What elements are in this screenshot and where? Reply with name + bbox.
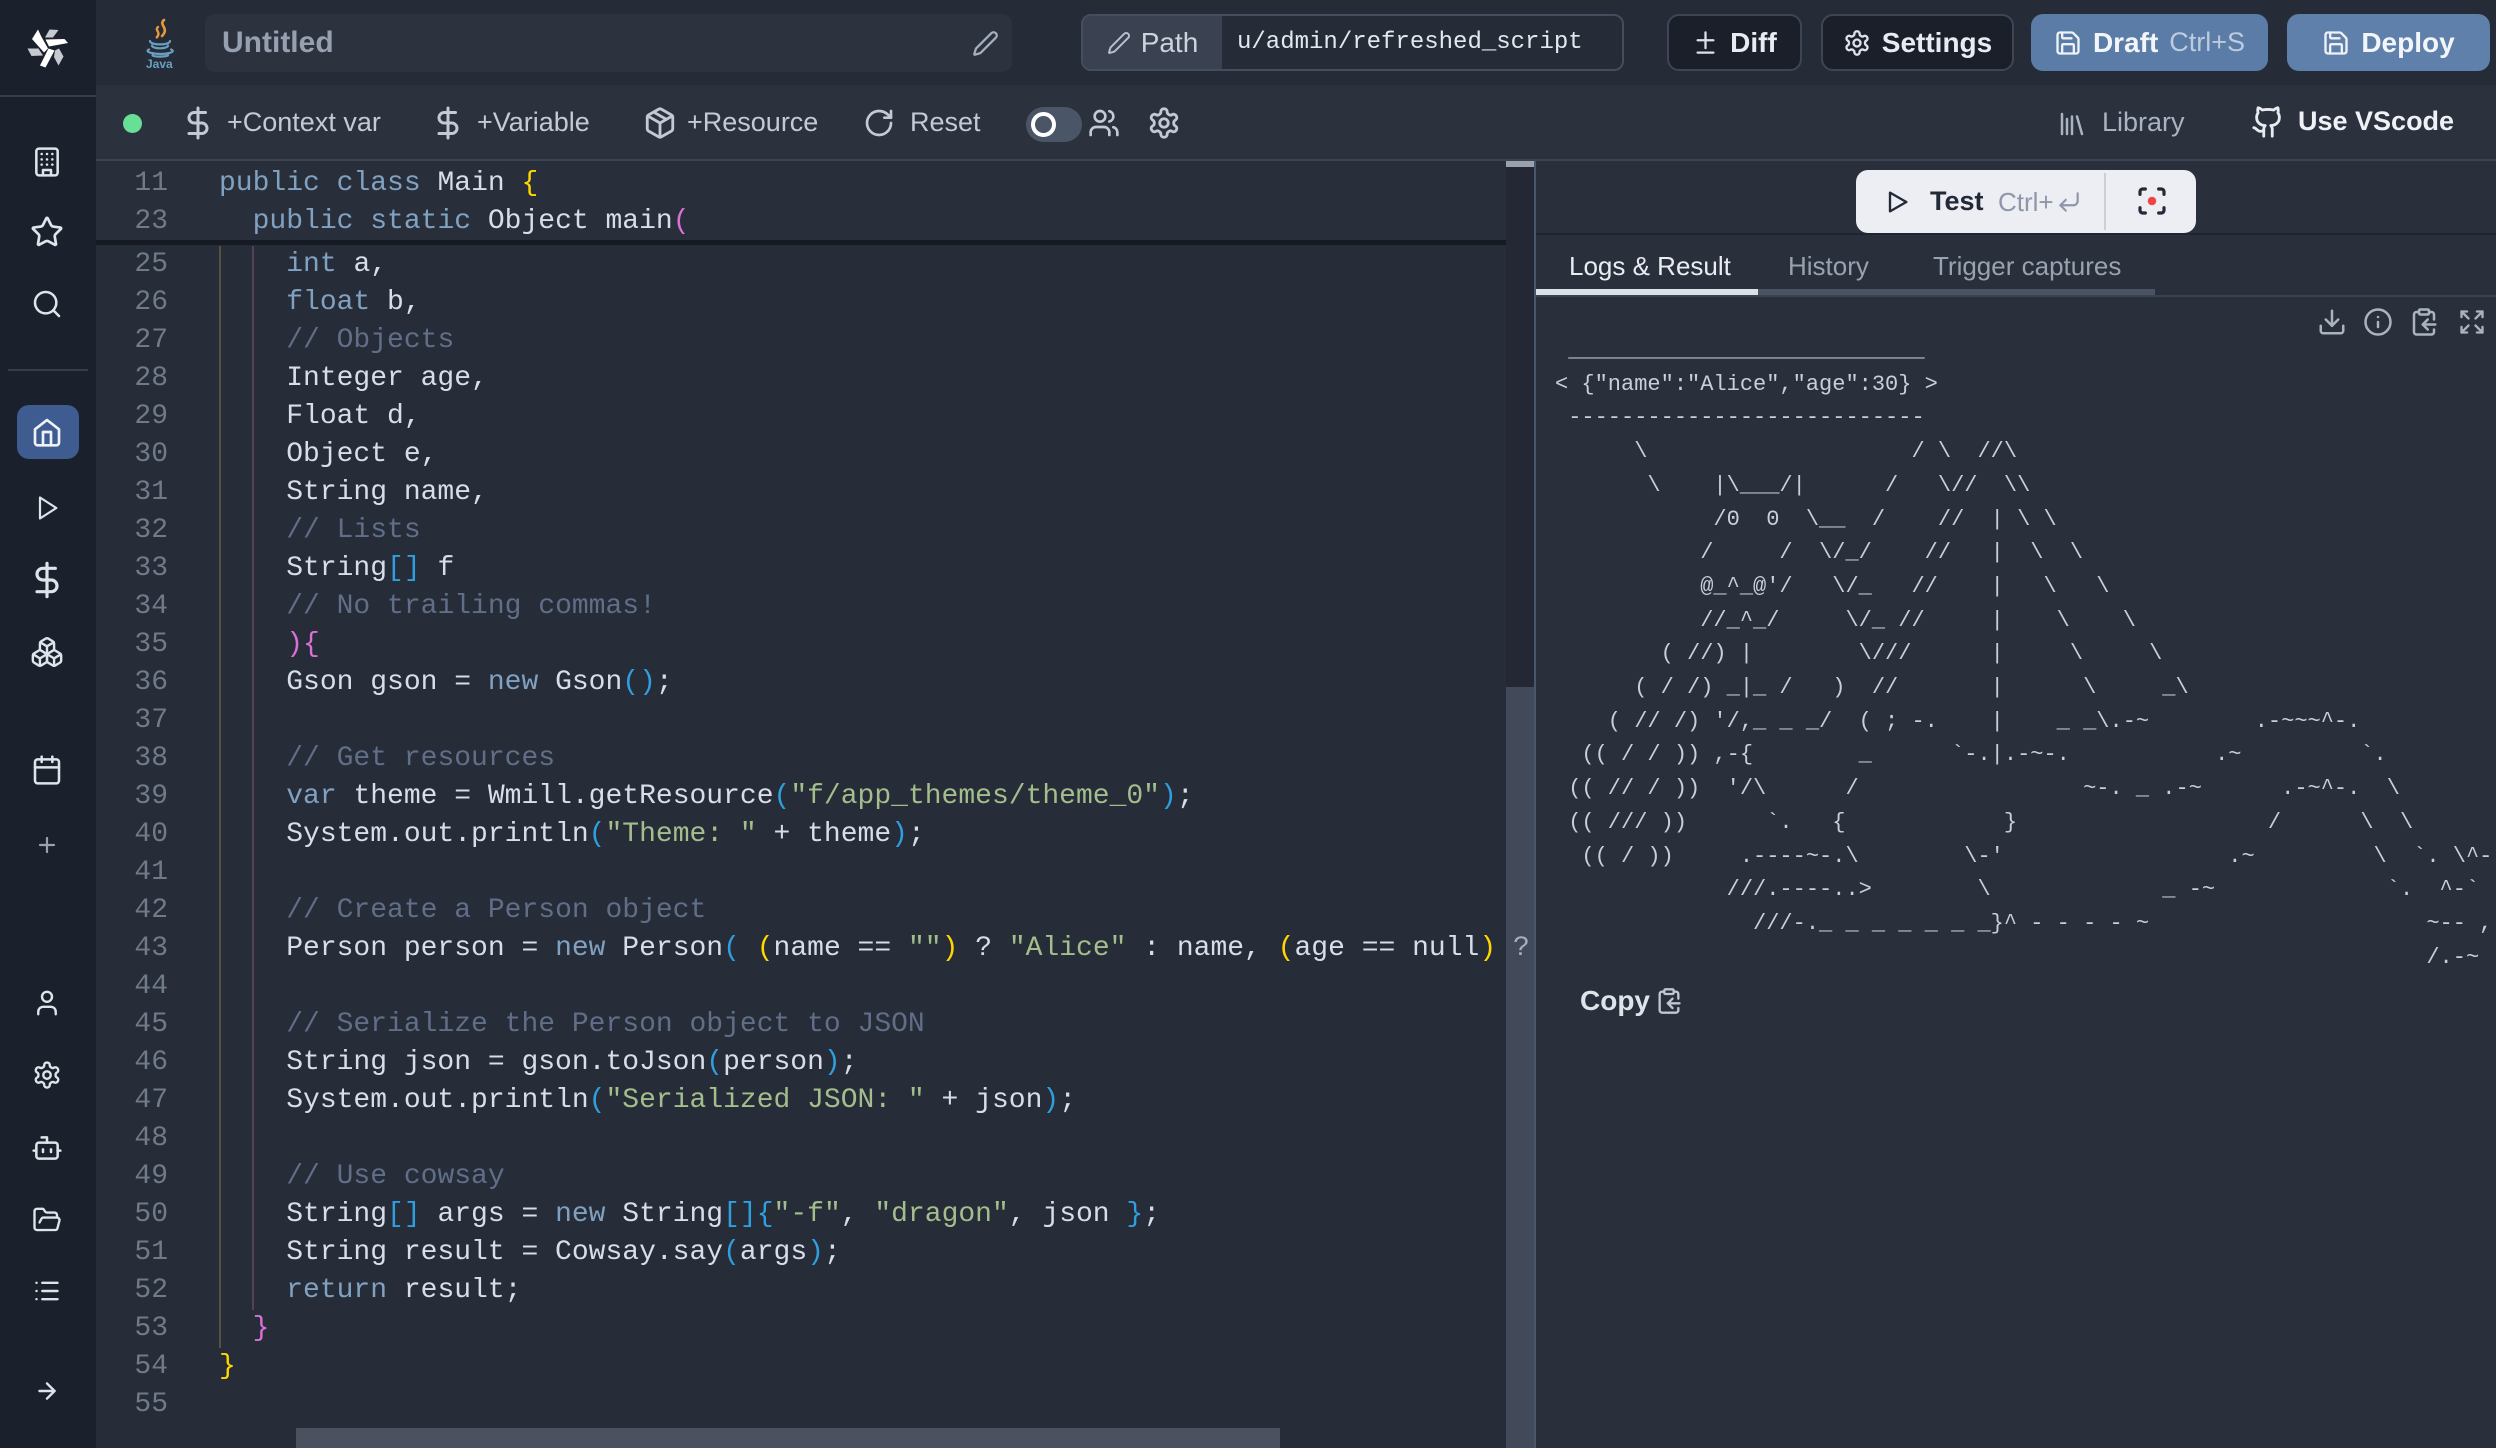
svg-text:Java: Java: [146, 57, 173, 70]
